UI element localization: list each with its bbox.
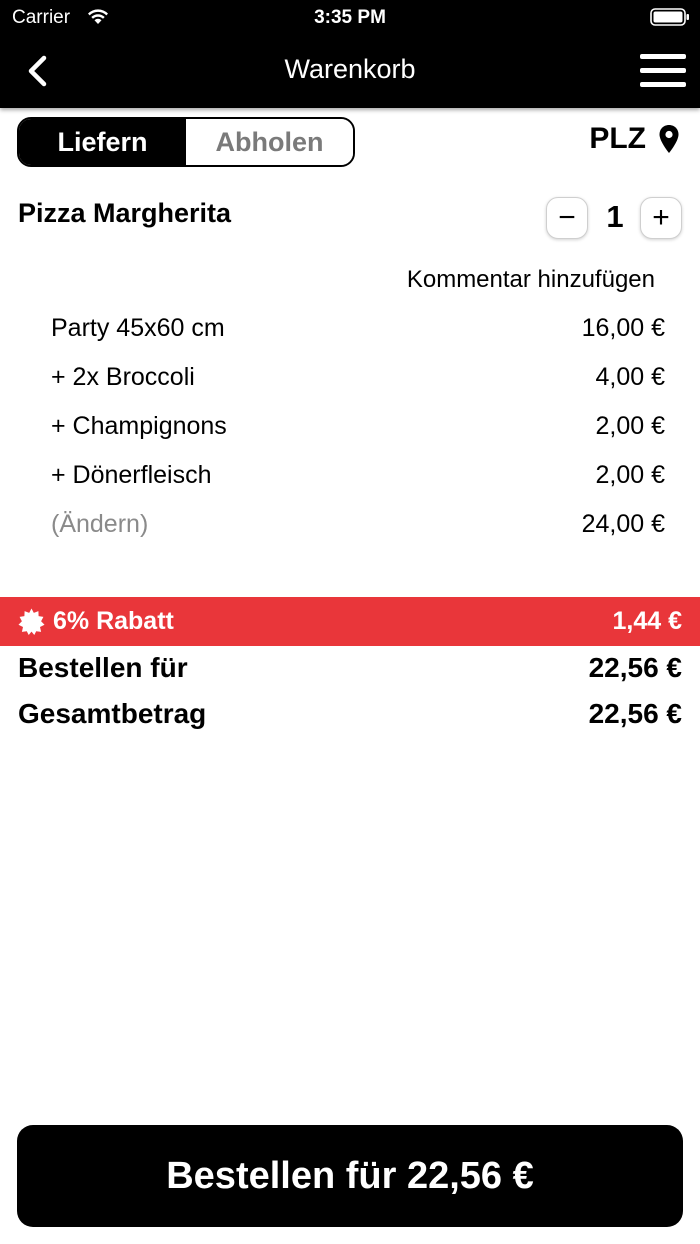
status-bar: Carrier 3:35 PM: [0, 0, 700, 34]
list-item: Party 45x60 cm 16,00 €: [51, 314, 665, 343]
map-pin-icon: [659, 125, 679, 153]
discount-label: 6% Rabatt: [53, 607, 174, 635]
total-label: Gesamtbetrag: [18, 698, 207, 729]
decrease-quantity-button[interactable]: −: [546, 197, 588, 239]
hamburger-menu-icon[interactable]: [640, 54, 686, 88]
tab-liefern[interactable]: Liefern: [19, 119, 186, 165]
delivery-mode-toggle: Liefern Abholen: [17, 117, 355, 167]
line-item-price: 16,00 €: [581, 314, 665, 342]
clock: 3:35 PM: [314, 7, 386, 28]
line-item-price: 2,00 €: [595, 461, 665, 489]
plz-label: PLZ: [589, 122, 646, 155]
edit-item-link[interactable]: (Ändern): [51, 510, 148, 539]
line-item-price: 2,00 €: [595, 412, 665, 440]
list-item: (Ändern) 24,00 €: [51, 510, 665, 539]
item-subtotal: 24,00 €: [581, 510, 665, 538]
discount-banner: 6% Rabatt 1,44 €: [0, 597, 700, 646]
battery-icon: [650, 8, 689, 26]
line-item-price: 4,00 €: [595, 363, 665, 391]
list-item: + 2x Broccoli 4,00 €: [51, 363, 665, 392]
plz-button[interactable]: PLZ: [589, 122, 680, 156]
line-item-name: + 2x Broccoli: [51, 363, 195, 391]
list-item: + Dönerfleisch 2,00 €: [51, 461, 665, 490]
line-item-name: + Dönerfleisch: [51, 461, 212, 489]
nav-bar: Warenkorb: [0, 34, 700, 108]
discount-amount: 1,44 €: [612, 607, 682, 635]
line-item-name: Party 45x60 cm: [51, 314, 225, 342]
product-name: Pizza Margherita: [18, 198, 232, 228]
increase-quantity-button[interactable]: +: [640, 197, 682, 239]
page-title: Warenkorb: [284, 54, 416, 84]
grand-total-row: Gesamtbetrag 22,56 €: [18, 698, 682, 730]
order-for-row: Bestellen für 22,56 €: [18, 652, 682, 684]
total-label: Bestellen für: [18, 652, 188, 683]
place-order-button[interactable]: Bestellen für 22,56 €: [17, 1125, 683, 1227]
line-item-name: + Champignons: [51, 412, 227, 440]
total-value: 22,56 €: [588, 698, 682, 729]
list-item: + Champignons 2,00 €: [51, 412, 665, 441]
total-value: 22,56 €: [588, 652, 682, 683]
tab-abholen[interactable]: Abholen: [186, 119, 353, 165]
badge-icon: [18, 608, 45, 635]
quantity-value: 1: [606, 199, 624, 234]
add-comment-link[interactable]: Kommentar hinzufügen: [407, 266, 655, 294]
